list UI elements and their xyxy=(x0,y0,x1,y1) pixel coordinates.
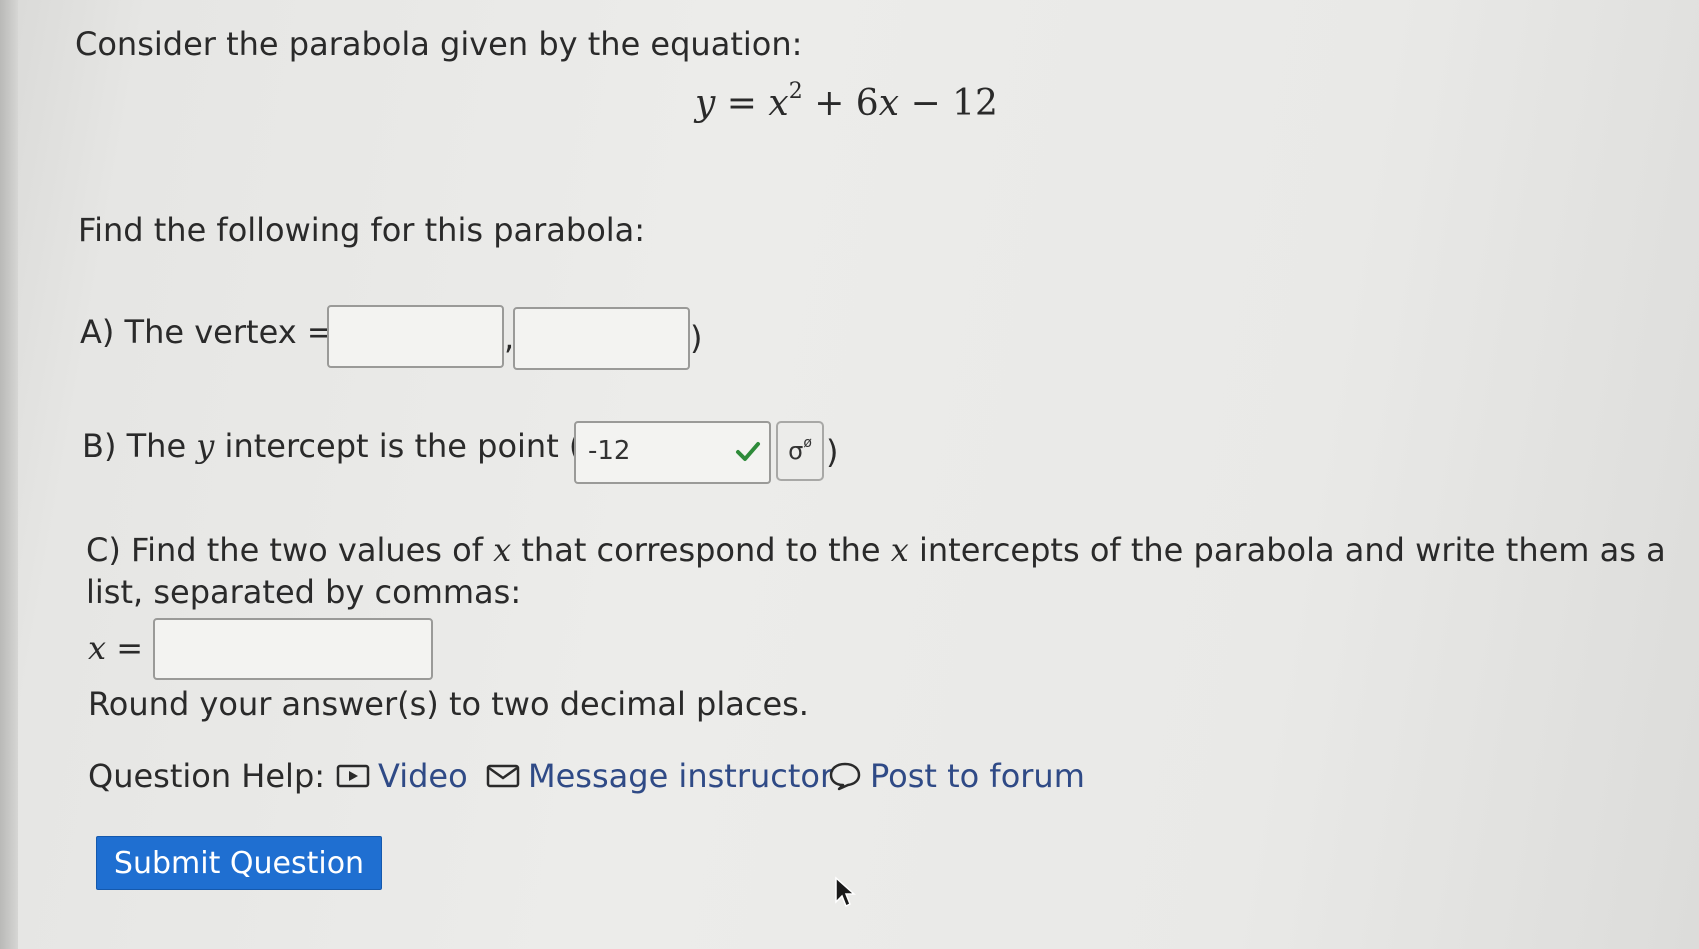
y-intercept-close-paren: ) xyxy=(826,433,839,471)
part-c-line1: C) Find the two values of x that corresp… xyxy=(86,530,1666,570)
mail-icon xyxy=(486,764,520,788)
vertex-close-paren: ) xyxy=(690,319,703,357)
part-c-prefix: C) Find the two values of xyxy=(86,531,494,569)
equation-exponent: 2 xyxy=(788,79,803,104)
part-b-var-y: y xyxy=(196,427,215,465)
check-icon xyxy=(736,442,760,461)
sigma-icon: σ xyxy=(788,437,804,465)
part-b-label: B) The y intercept is the point (0, xyxy=(82,426,612,466)
parabola-equation: y = x2 + 6x − 12 xyxy=(695,74,998,126)
message-link-label: Message instructor xyxy=(528,757,834,795)
question-page: Consider the parabola given by the equat… xyxy=(0,0,1699,949)
part-a-label: A) The vertex = ( xyxy=(80,313,357,351)
x-equals: = xyxy=(116,629,144,667)
equation-x: x xyxy=(768,83,789,124)
vertex-y-input[interactable] xyxy=(513,307,690,370)
part-b-prefix: B) The xyxy=(82,427,197,465)
equation-equals: = xyxy=(726,83,757,124)
part-c-mid: that correspond to the xyxy=(511,531,891,569)
equation-y: y xyxy=(695,83,716,124)
video-link-label: Video xyxy=(378,757,468,795)
y-intercept-value: -12 xyxy=(588,436,631,466)
forum-link-label: Post to forum xyxy=(870,757,1085,795)
rounding-note: Round your answer(s) to two decimal plac… xyxy=(88,685,809,723)
question-help-label: Question Help: xyxy=(88,757,326,795)
video-icon xyxy=(336,764,370,788)
mouse-cursor-icon xyxy=(835,876,856,908)
equation-linear-coef: + 6 xyxy=(814,83,879,124)
equation-x-linear: x xyxy=(878,83,900,124)
x-intercepts-input[interactable] xyxy=(153,618,433,680)
part-c-line2: list, separated by commas: xyxy=(86,573,522,611)
comment-icon xyxy=(829,762,861,791)
y-intercept-input[interactable]: -12 xyxy=(574,421,771,484)
message-instructor-link[interactable]: Message instructor xyxy=(486,756,833,796)
x-equals-label: x = xyxy=(88,628,143,668)
vertex-x-input[interactable] xyxy=(327,305,504,368)
question-intro: Consider the parabola given by the equat… xyxy=(75,25,803,63)
submit-question-button[interactable]: Submit Question xyxy=(96,836,382,890)
post-to-forum-link[interactable]: Post to forum xyxy=(828,756,1085,796)
find-prompt: Find the following for this parabola: xyxy=(78,211,646,249)
part-c-var-x2: x xyxy=(890,531,909,569)
screen-edge xyxy=(0,0,18,949)
part-c-var-x1: x xyxy=(493,531,512,569)
video-link[interactable]: Video xyxy=(336,756,468,796)
part-c-suffix: intercepts of the parabola and write the… xyxy=(908,531,1666,569)
math-helper-button[interactable]: σø xyxy=(776,421,824,481)
equation-constant: − 12 xyxy=(910,83,998,124)
part-b-suffix: intercept is the point (0, xyxy=(214,427,612,465)
x-label: x xyxy=(88,629,107,667)
